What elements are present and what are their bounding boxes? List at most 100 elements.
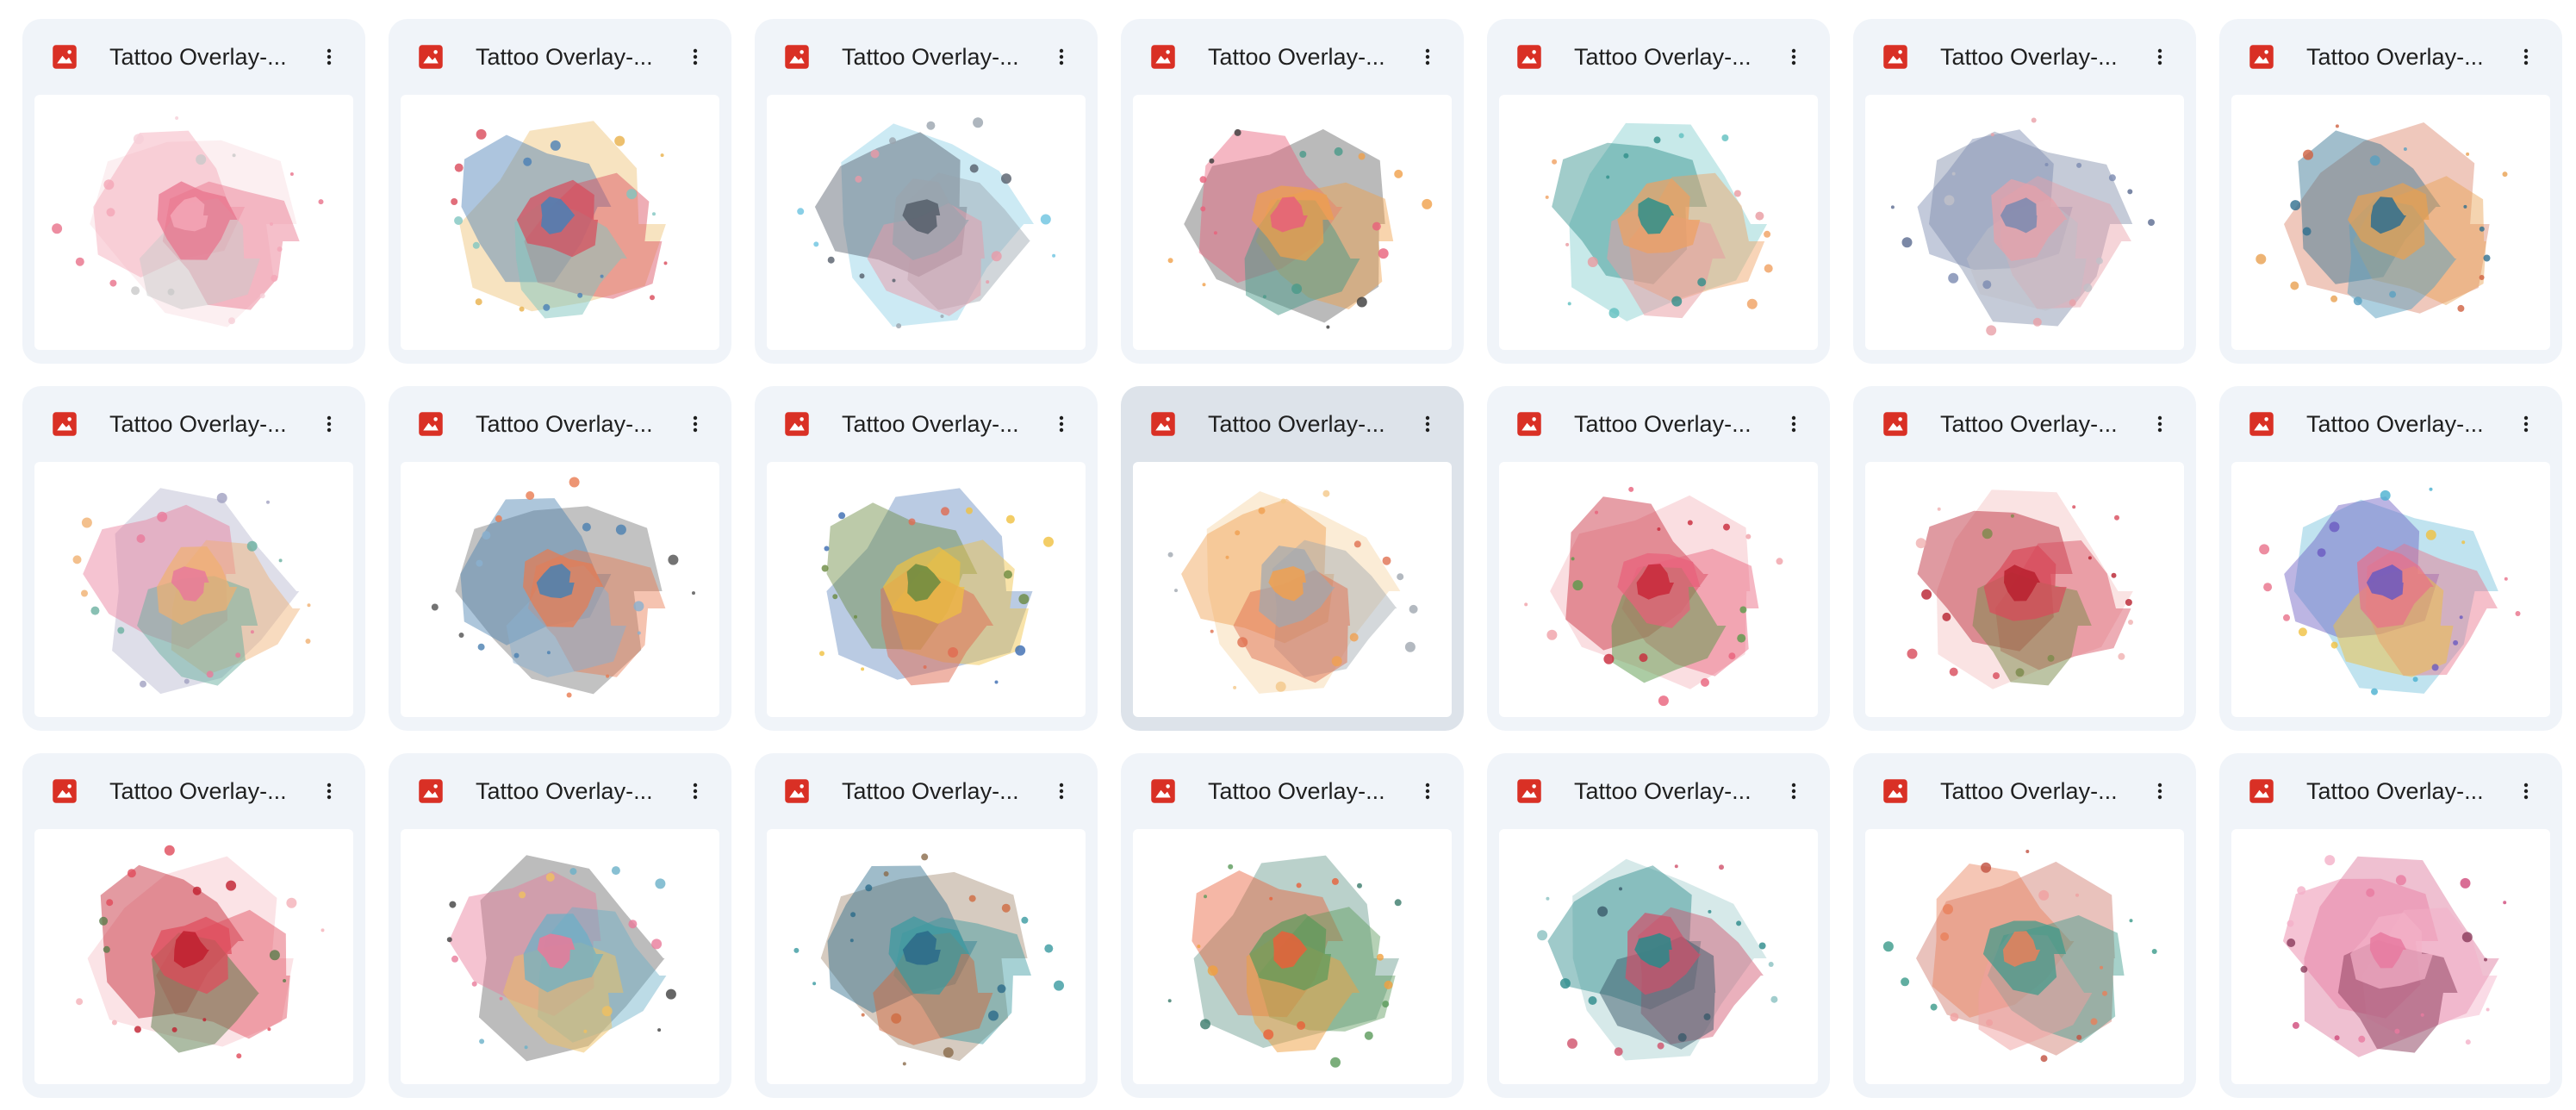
file-card-header: Tattoo Overlay-... — [22, 386, 365, 462]
file-thumbnail — [1865, 829, 2184, 1084]
image-file-icon — [419, 412, 443, 436]
more-options-button[interactable] — [1775, 405, 1813, 443]
more-vert-icon — [693, 783, 698, 800]
more-vert-icon — [1425, 415, 1430, 433]
image-file-icon — [53, 45, 77, 69]
image-file-icon — [785, 779, 809, 803]
more-vert-icon — [1059, 48, 1064, 65]
file-card[interactable]: Tattoo Overlay-... — [1853, 753, 2196, 1098]
file-thumbnail — [1133, 95, 1452, 350]
thumbnail-artwork — [1890, 117, 2155, 336]
more-vert-icon — [1425, 783, 1430, 800]
file-title: Tattoo Overlay-... — [842, 411, 1019, 437]
more-options-button[interactable] — [676, 772, 714, 810]
file-card[interactable]: Tattoo Overlay-... — [755, 19, 1098, 364]
more-vert-icon — [2523, 48, 2529, 65]
thumbnail-artwork — [2256, 122, 2508, 319]
image-file-icon — [2249, 412, 2274, 436]
file-card[interactable]: Tattoo Overlay-... — [2219, 19, 2562, 364]
file-card-header: Tattoo Overlay-... — [389, 753, 731, 829]
file-card-header: Tattoo Overlay-... — [1487, 19, 1830, 95]
more-options-button[interactable] — [310, 772, 348, 810]
file-card[interactable]: Tattoo Overlay-... — [1853, 386, 2196, 731]
thumbnail-artwork — [1167, 128, 1433, 329]
file-thumbnail — [1499, 95, 1818, 350]
more-options-button[interactable] — [2141, 38, 2179, 76]
file-card[interactable]: Tattoo Overlay-... — [1121, 753, 1464, 1098]
more-options-button[interactable] — [2507, 405, 2545, 443]
thumbnail-artwork — [431, 477, 695, 698]
file-title: Tattoo Overlay-... — [476, 778, 653, 804]
file-thumbnail — [34, 462, 353, 717]
more-options-button[interactable] — [1409, 772, 1447, 810]
file-card[interactable]: Tattoo Overlay-... — [389, 386, 731, 731]
file-card[interactable]: Tattoo Overlay-... — [1121, 386, 1464, 731]
file-card[interactable]: Tattoo Overlay-... — [389, 753, 731, 1098]
file-thumbnail — [767, 829, 1086, 1084]
file-card[interactable]: Tattoo Overlay-... — [22, 19, 365, 364]
thumbnail-artwork — [76, 845, 325, 1059]
file-title: Tattoo Overlay-... — [842, 778, 1019, 804]
more-vert-icon — [327, 783, 332, 800]
more-options-button[interactable] — [2141, 772, 2179, 810]
more-options-button[interactable] — [1042, 772, 1080, 810]
file-card-header: Tattoo Overlay-... — [389, 386, 731, 462]
more-vert-icon — [1791, 48, 1796, 65]
file-card[interactable]: Tattoo Overlay-... — [1487, 19, 1830, 364]
file-card[interactable]: Tattoo Overlay-... — [1121, 19, 1464, 364]
more-options-button[interactable] — [310, 405, 348, 443]
image-file-icon — [1883, 412, 1907, 436]
image-file-icon — [419, 779, 443, 803]
file-card-header: Tattoo Overlay-... — [1853, 19, 2196, 95]
thumbnail-artwork — [72, 488, 311, 695]
more-options-button[interactable] — [1042, 38, 1080, 76]
file-title: Tattoo Overlay-... — [1940, 778, 2118, 804]
more-options-button[interactable] — [310, 38, 348, 76]
more-options-button[interactable] — [1775, 38, 1813, 76]
more-vert-icon — [1791, 415, 1796, 433]
file-card[interactable]: Tattoo Overlay-... — [389, 19, 731, 364]
more-options-button[interactable] — [1409, 405, 1447, 443]
more-options-button[interactable] — [2507, 772, 2545, 810]
file-card-header: Tattoo Overlay-... — [1121, 386, 1464, 462]
more-options-button[interactable] — [2507, 38, 2545, 76]
file-title: Tattoo Overlay-... — [2306, 44, 2484, 70]
file-card[interactable]: Tattoo Overlay-... — [2219, 386, 2562, 731]
more-options-button[interactable] — [676, 405, 714, 443]
image-file-icon — [53, 412, 77, 436]
file-card[interactable]: Tattoo Overlay-... — [755, 386, 1098, 731]
file-title: Tattoo Overlay-... — [1574, 411, 1752, 437]
file-title: Tattoo Overlay-... — [476, 411, 653, 437]
file-card[interactable]: Tattoo Overlay-... — [1487, 753, 1830, 1098]
file-thumbnail — [1133, 829, 1452, 1084]
more-options-button[interactable] — [1042, 405, 1080, 443]
file-grid: Tattoo Overlay-... Tattoo Overlay-... Ta… — [22, 19, 2562, 1098]
thumbnail-artwork — [451, 121, 668, 319]
more-options-button[interactable] — [1409, 38, 1447, 76]
file-card[interactable]: Tattoo Overlay-... — [22, 753, 365, 1098]
more-vert-icon — [2523, 415, 2529, 433]
file-card[interactable]: Tattoo Overlay-... — [1853, 19, 2196, 364]
file-thumbnail — [401, 829, 719, 1084]
file-title: Tattoo Overlay-... — [842, 44, 1019, 70]
image-file-icon — [2249, 45, 2274, 69]
file-thumbnail — [1865, 95, 2184, 350]
file-title: Tattoo Overlay-... — [2306, 411, 2484, 437]
file-card-header: Tattoo Overlay-... — [22, 753, 365, 829]
file-card[interactable]: Tattoo Overlay-... — [2219, 753, 2562, 1098]
more-vert-icon — [693, 415, 698, 433]
thumbnail-artwork — [2282, 855, 2507, 1057]
image-file-icon — [1883, 45, 1907, 69]
more-vert-icon — [1425, 48, 1430, 65]
file-card-header: Tattoo Overlay-... — [1121, 753, 1464, 829]
more-options-button[interactable] — [676, 38, 714, 76]
file-card[interactable]: Tattoo Overlay-... — [755, 753, 1098, 1098]
image-file-icon — [785, 412, 809, 436]
file-title: Tattoo Overlay-... — [476, 44, 653, 70]
more-options-button[interactable] — [2141, 405, 2179, 443]
file-card[interactable]: Tattoo Overlay-... — [1487, 386, 1830, 731]
file-card-header: Tattoo Overlay-... — [2219, 753, 2562, 829]
file-card[interactable]: Tattoo Overlay-... — [22, 386, 365, 731]
more-options-button[interactable] — [1775, 772, 1813, 810]
file-card-header: Tattoo Overlay-... — [1487, 386, 1830, 462]
